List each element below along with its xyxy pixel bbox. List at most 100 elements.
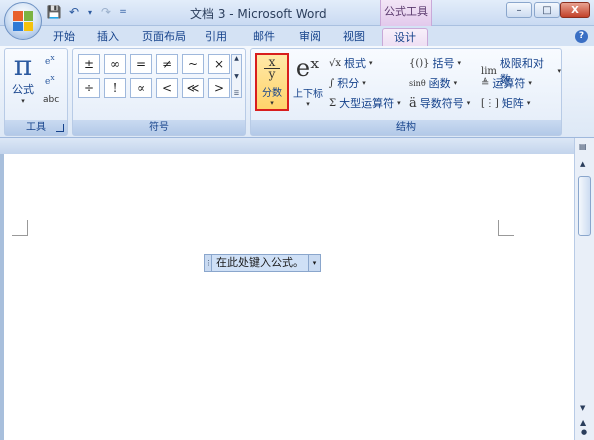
symbol-plus-minus[interactable]: ± (78, 54, 100, 74)
function-button[interactable]: sinθ 函数 ▾ (409, 75, 457, 91)
redo-icon[interactable]: ↷ (98, 4, 114, 20)
margin-corner-right (498, 220, 514, 236)
symbol-much-less-than[interactable]: ≪ (182, 78, 204, 98)
tab-review[interactable]: 审阅 (294, 28, 326, 46)
chevron-down-icon: ▾ (457, 59, 462, 67)
radical-button[interactable]: √x 根式 ▾ (329, 55, 373, 71)
equation-options-icon[interactable]: ▾ (309, 254, 321, 272)
chevron-down-icon: ▾ (557, 67, 561, 75)
operator-button[interactable]: ≜ 运算符 ▾ (481, 75, 532, 91)
office-button[interactable] (4, 2, 42, 40)
equation-box[interactable]: ⋮ 在此处键入公式。 ▾ (204, 254, 321, 272)
equation-button[interactable]: π 公式 ▾ (9, 49, 37, 106)
chevron-down-icon: ▾ (466, 99, 471, 107)
symbol-greater-than[interactable]: > (208, 78, 230, 98)
symbol-not-equal[interactable]: ≠ (156, 54, 178, 74)
tab-view[interactable]: 视图 (338, 28, 370, 46)
script-label: 上下标 (293, 89, 323, 100)
radical-label: 根式 (344, 57, 367, 70)
help-icon[interactable]: ? (575, 30, 588, 43)
undo-icon[interactable]: ↶ (66, 4, 82, 20)
bracket-button[interactable]: {()} 括号 ▾ (409, 55, 461, 71)
pi-icon: π (13, 49, 33, 82)
symbol-equals[interactable]: = (130, 54, 152, 74)
document-page[interactable]: ⋮ 在此处键入公式。 ▾ (4, 154, 574, 440)
save-icon[interactable]: 💾 (46, 4, 62, 20)
accent-label: 导数符号 (419, 97, 464, 110)
tab-mailings[interactable]: 邮件 (248, 28, 280, 46)
browse-object-icon[interactable]: ● (581, 428, 587, 436)
accent-button[interactable]: ä 导数符号 ▾ (409, 95, 470, 111)
equation-input[interactable]: 在此处键入公式。 (212, 254, 309, 272)
chevron-down-icon: ▾ (270, 99, 274, 107)
script-icon: eˣ (295, 54, 321, 82)
ribbon: π 公式 ▾ ex ex abc 工具 ± ∞ = ≠ ~ × ÷ ! ∝ < … (0, 46, 594, 138)
tab-home[interactable]: 开始 (48, 28, 80, 46)
symbol-times[interactable]: × (208, 54, 230, 74)
tab-design[interactable]: 设计 (382, 28, 428, 46)
symbol-tilde[interactable]: ~ (182, 54, 204, 74)
radical-icon: √x (329, 57, 342, 69)
gallery-more-icon[interactable]: ☰ (234, 90, 239, 97)
fraction-label: 分数 (262, 88, 282, 99)
normal-text-button[interactable]: abc (43, 95, 59, 105)
function-icon: sinθ (409, 78, 426, 88)
tools-group: π 公式 ▾ ex ex abc 工具 (4, 48, 68, 136)
customize-qat-icon[interactable]: = (118, 4, 128, 20)
window-title: 文档 3 - Microsoft Word (190, 7, 327, 21)
structures-group-label: 结构 (251, 120, 561, 135)
tab-references[interactable]: 引用 (200, 28, 232, 46)
undo-dropdown-icon[interactable]: ▾ (86, 4, 94, 20)
operator-icon: ≜ (481, 77, 490, 89)
document-area: ⋮ 在此处键入公式。 ▾ ▤ ▲ ▼ ▲ ● (0, 138, 594, 440)
tab-page-layout[interactable]: 页面布局 (138, 28, 190, 46)
fraction-button[interactable]: x y 分数 ▾ (255, 53, 289, 111)
script-button[interactable]: eˣ 上下标 ▾ (291, 51, 325, 108)
contextual-tab-title: 公式工具 (380, 0, 432, 26)
dialog-launcher-icon[interactable] (56, 124, 64, 132)
matrix-icon: [⋮] (481, 97, 499, 109)
symbol-proportional[interactable]: ∝ (130, 78, 152, 98)
integral-label: 积分 (337, 77, 360, 90)
symbol-infinity[interactable]: ∞ (104, 54, 126, 74)
tab-insert[interactable]: 插入 (92, 28, 124, 46)
symbol-divide[interactable]: ÷ (78, 78, 100, 98)
scrollbar-thumb[interactable] (578, 176, 591, 236)
equation-handle-icon[interactable]: ⋮ (204, 254, 212, 272)
window-controls-close: X (560, 2, 590, 18)
symbol-factorial[interactable]: ! (104, 78, 126, 98)
chevron-down-icon: ▾ (369, 59, 373, 67)
bracket-icon: {()} (409, 57, 430, 69)
scroll-down-icon[interactable]: ▼ (580, 404, 585, 412)
function-label: 函数 (428, 77, 451, 90)
operator-label: 运算符 (492, 77, 526, 90)
chevron-down-icon: ▾ (21, 97, 25, 105)
minimize-button[interactable]: – (506, 2, 532, 18)
scroll-up-icon[interactable]: ▲ (580, 160, 585, 168)
chevron-down-icon: ▾ (397, 99, 401, 107)
symbol-gallery: ± ∞ = ≠ ~ × ÷ ! ∝ < ≪ > (78, 54, 230, 98)
chevron-down-icon[interactable]: ▼ (234, 73, 239, 80)
symbol-less-than[interactable]: < (156, 78, 178, 98)
matrix-label: 矩阵 (501, 97, 524, 110)
previous-page-icon[interactable]: ▲ (580, 418, 586, 427)
vertical-scrollbar[interactable]: ▤ ▲ ▼ ▲ ● (574, 138, 594, 440)
professional-format-icon[interactable]: ex (45, 53, 63, 69)
chevron-up-icon[interactable]: ▲ (234, 55, 239, 62)
chevron-down-icon: ▾ (306, 100, 310, 108)
accent-icon: ä (409, 95, 417, 111)
large-operator-button[interactable]: Σ 大型运算符 ▾ (329, 95, 401, 111)
ruler-toggle-icon[interactable]: ▤ (579, 142, 590, 153)
integral-button[interactable]: ∫ 积分 ▾ (329, 75, 366, 91)
close-button[interactable]: X (560, 2, 590, 18)
symbols-group: ± ∞ = ≠ ~ × ÷ ! ∝ < ≪ > ▲ ▼ ☰ 符号 (72, 48, 246, 136)
quick-access-toolbar: 💾 ↶ ▾ ↷ = (46, 4, 128, 20)
chevron-down-icon: ▾ (362, 79, 366, 87)
matrix-button[interactable]: [⋮] 矩阵 ▾ (481, 95, 530, 111)
margin-corner-left (12, 220, 28, 236)
office-logo-icon (13, 11, 33, 31)
symbol-gallery-scroll[interactable]: ▲ ▼ ☰ (231, 54, 242, 98)
linear-format-icon[interactable]: ex (45, 73, 63, 89)
fraction-denominator-icon: y (268, 67, 276, 81)
restore-button[interactable]: □ (534, 2, 560, 18)
